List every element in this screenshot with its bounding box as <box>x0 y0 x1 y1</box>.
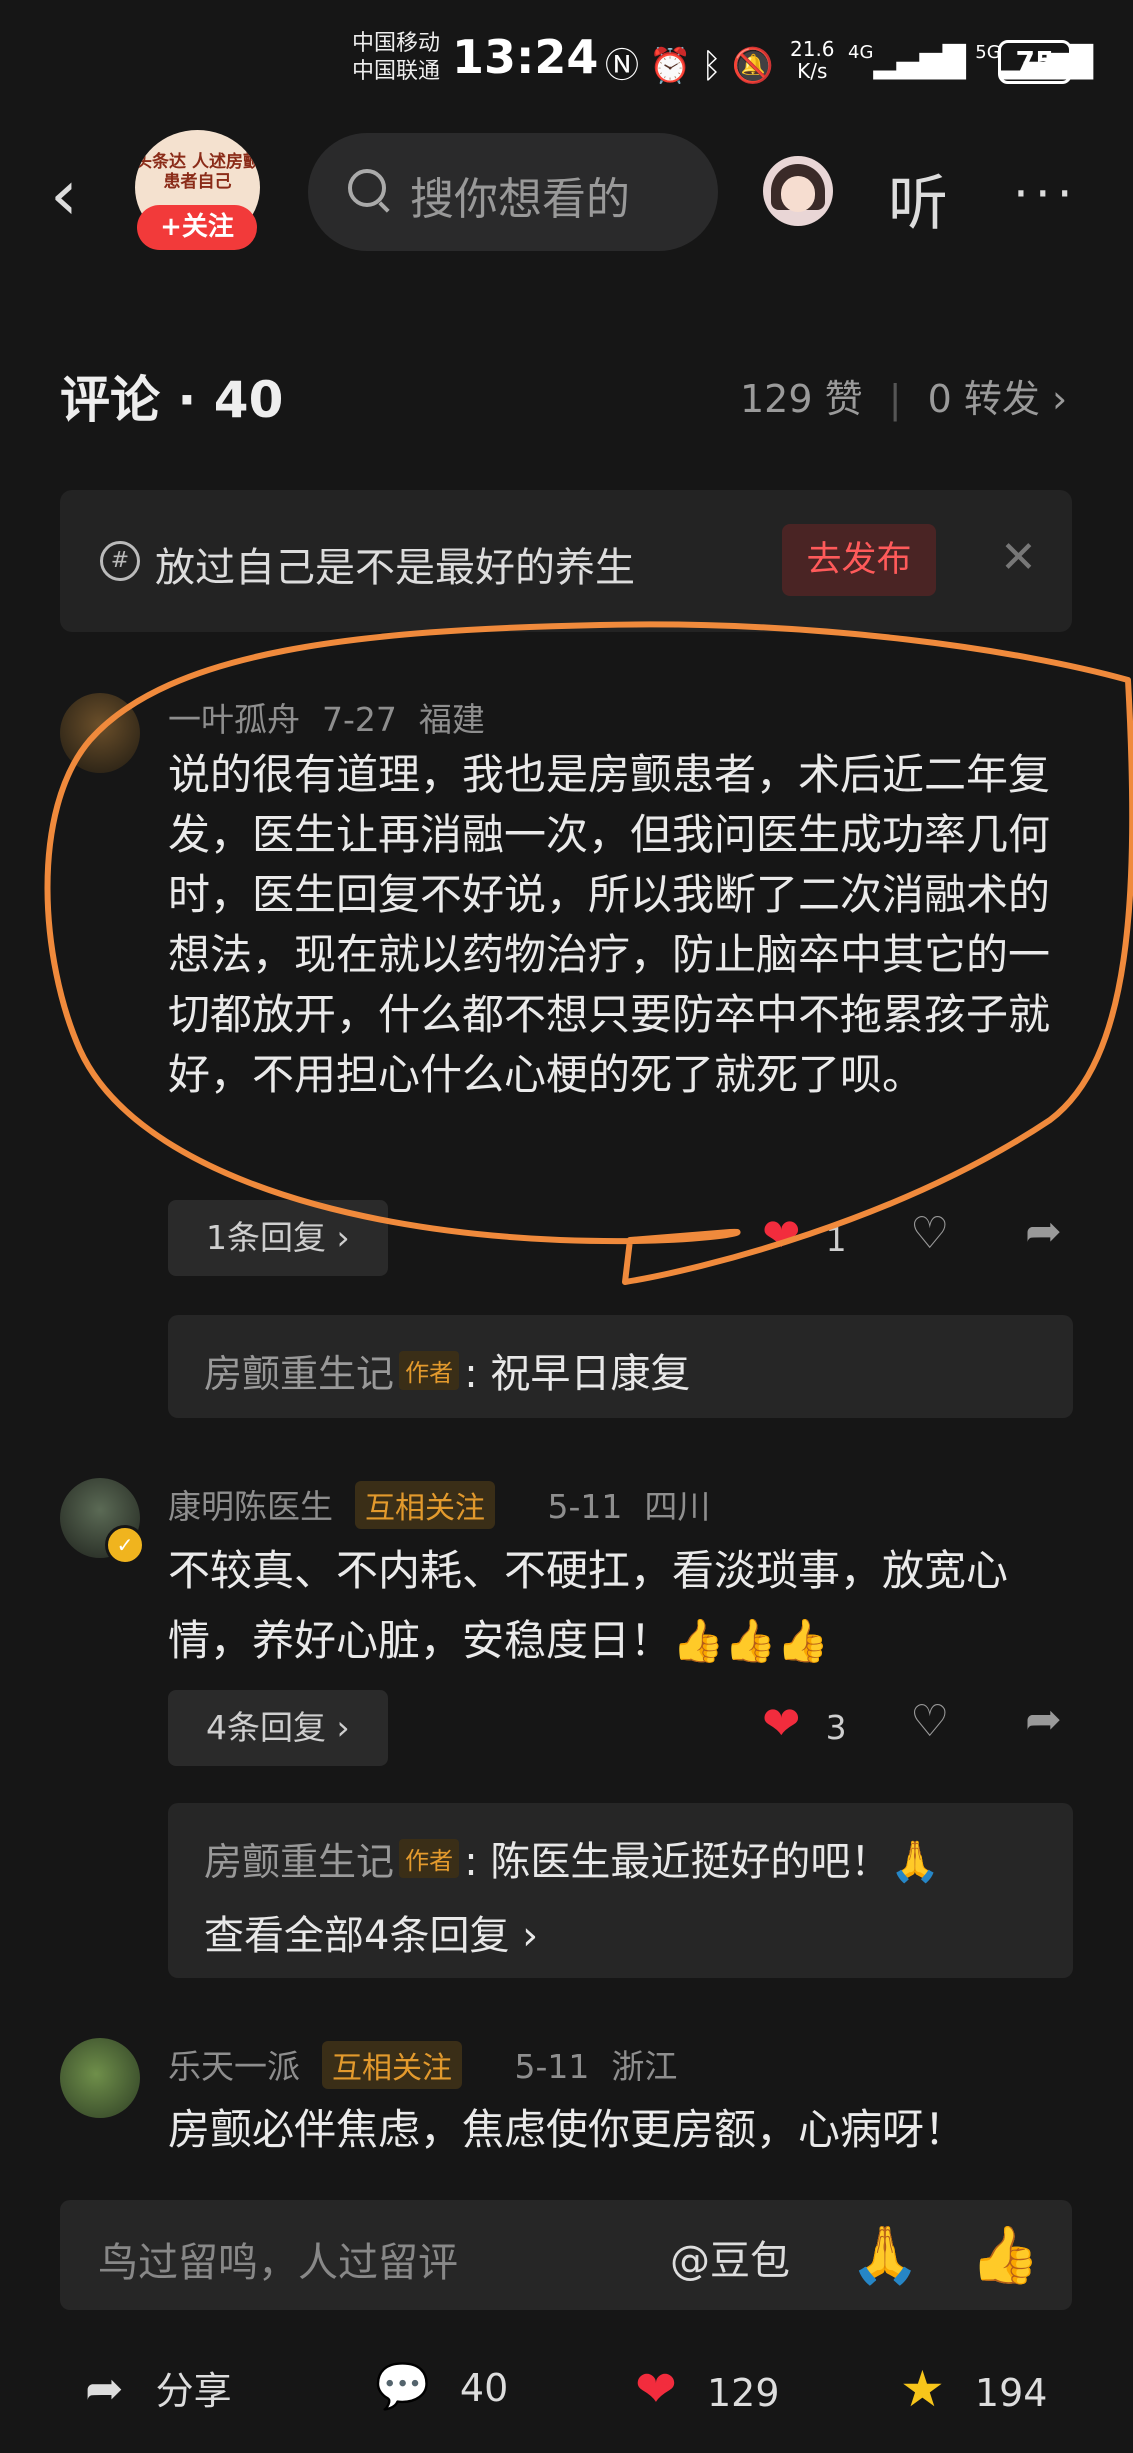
comment-text: 说的很有道理，我也是房颤患者，术后近二年复发，医生让再消融一次，但我问医生成功率… <box>168 750 1051 1099</box>
like-button[interactable]: ❤ 3 <box>762 1696 847 1750</box>
net-speed-value: 21.6 <box>790 37 835 61</box>
like-button[interactable]: ❤ 129 <box>635 2360 780 2418</box>
user-avatar[interactable] <box>763 156 833 226</box>
bottom-action-bar: ➦ 分享 💬 40 ❤ 129 ★ 194 <box>0 2330 1133 2453</box>
net-speed: 21.6 K/s <box>790 38 835 82</box>
share-arrow-icon: ➦ <box>85 2361 124 2415</box>
dislike-icon[interactable]: ♡ <box>910 1696 949 1747</box>
star-icon: ★ <box>900 2360 945 2418</box>
carrier-labels: 中国移动 中国联通 <box>352 30 440 86</box>
alarm-icon: ⏰ <box>649 46 702 86</box>
comment-region: 四川 <box>644 1487 711 1526</box>
author-tag: 作者 <box>399 1351 460 1390</box>
verified-badge-icon: ✓ <box>105 1525 145 1565</box>
listen-button[interactable]: 听 <box>888 155 948 242</box>
nfc-icon: Ⓝ <box>605 46 649 86</box>
author-tag: 作者 <box>399 1839 460 1878</box>
share-arrow-icon[interactable]: ➦ <box>1025 1694 1062 1745</box>
like-count: 3 <box>825 1708 847 1747</box>
dislike-icon[interactable]: ♡ <box>910 1208 949 1259</box>
comment-region: 浙江 <box>611 2047 678 2086</box>
comment-text: 房颤必伴焦虑，焦虑使你更房额，心病呀！ <box>168 2105 967 2154</box>
like-count: 1 <box>825 1220 847 1259</box>
pray-emoji-button[interactable]: 🙏 <box>850 2222 920 2288</box>
view-all-replies-link[interactable]: 查看全部4条回复 › <box>204 1903 538 1961</box>
mention-button[interactable]: @豆包 <box>670 2228 790 2286</box>
likes-total: 129 <box>707 2371 780 2415</box>
reply-text: : 祝早日康复 <box>464 1351 691 1397</box>
comment-date: 5-11 <box>514 2047 590 2086</box>
comment-text: 不较真、不内耗、不硬扛，看淡琐事，放宽心情，养好心脏，安稳度日！👍👍👍 <box>168 1546 1009 1665</box>
input-placeholder: 鸟过留鸣，人过留评 <box>98 2240 458 2286</box>
battery-indicator: 75 <box>998 40 1072 84</box>
follow-button[interactable]: +关注 <box>137 205 257 250</box>
comment-date: 5-11 <box>547 1487 623 1526</box>
thumbs-up-emoji-button[interactable]: 👍 <box>970 2222 1040 2288</box>
clock: 13:24 <box>452 30 599 84</box>
comment-date: 7-27 <box>322 700 397 739</box>
comment-user[interactable]: 康明陈医生 <box>168 1487 333 1526</box>
status-bar: 中国移动 中国联通 13:24 Ⓝ⏰ᛒ🔕 21.6 K/s 4G▂▄▆█ 5G▂… <box>0 0 1133 125</box>
comment-user[interactable]: 一叶孤舟 <box>168 700 300 739</box>
comment-meta: 康明陈医生 互相关注 5-11 四川 <box>168 1480 732 1529</box>
author-reply[interactable]: 房颤重生记 作者 : 祝早日康复 <box>168 1315 1073 1418</box>
bluetooth-icon: ᛒ <box>701 46 732 86</box>
comments-button[interactable]: 💬 40 <box>375 2360 508 2412</box>
more-menu-icon[interactable]: ··· <box>1013 165 1079 223</box>
comments-count: 40 <box>459 2366 509 2410</box>
author-reply[interactable]: 房颤重生记 作者 : 陈医生最近挺好的吧！🙏 查看全部4条回复 › <box>168 1803 1073 1978</box>
mute-icon: 🔕 <box>731 46 785 86</box>
publish-button[interactable]: 去发布 <box>782 524 936 596</box>
heart-icon: ❤ <box>762 1696 801 1750</box>
status-icons: Ⓝ⏰ᛒ🔕 <box>605 38 784 87</box>
comment-meta: 一叶孤舟 7-27 福建 <box>168 693 507 741</box>
share-arrow-icon[interactable]: ➦ <box>1025 1206 1062 1257</box>
likes-count: 129 赞 <box>740 377 863 421</box>
replies-button[interactable]: 1条回复 › <box>168 1200 388 1276</box>
carrier-2: 中国联通 <box>352 59 441 84</box>
comment-meta: 乐天一派 互相关注 5-11 浙江 <box>168 2040 699 2089</box>
signal-bars-icon: ▂▄▆█ <box>873 45 966 80</box>
avatar[interactable] <box>60 2038 140 2118</box>
carrier-1: 中国移动 <box>352 31 441 56</box>
back-chevron-icon[interactable]: ‹ <box>50 155 78 235</box>
search-icon <box>348 169 386 207</box>
like-button[interactable]: ❤ 1 <box>762 1208 847 1262</box>
prompt-text: 放过自己是不是最好的养生 <box>155 545 635 591</box>
reply-user[interactable]: 房颤重生记 <box>204 1352 394 1396</box>
search-placeholder: 搜你想看的 <box>410 174 630 225</box>
avatar-face <box>781 176 815 212</box>
comment-bubble-icon: 💬 <box>375 2361 430 2412</box>
chevron-right-icon: › <box>1051 377 1068 421</box>
favorite-button[interactable]: ★ 194 <box>900 2360 1047 2418</box>
avatar[interactable] <box>60 693 140 773</box>
net-speed-unit: K/s <box>797 59 828 83</box>
reply-user[interactable]: 房颤重生记 <box>204 1840 394 1884</box>
replies-button[interactable]: 4条回复 › <box>168 1690 388 1766</box>
search-bar[interactable]: 搜你想看的 <box>308 133 718 251</box>
close-icon[interactable]: ✕ <box>1000 532 1037 583</box>
stats-separator: | <box>888 377 902 421</box>
signal-5g: 5G <box>975 42 1001 63</box>
heart-icon: ❤ <box>762 1208 801 1262</box>
comment-region: 福建 <box>418 700 485 739</box>
share-label: 分享 <box>155 2369 232 2413</box>
hashtag-icon: # <box>100 541 140 581</box>
comments-title: 评论 · 40 <box>60 371 284 429</box>
mutual-follow-tag: 互相关注 <box>322 2041 462 2089</box>
author-avatar-text: 头条达 人述房颤 患者自己 <box>135 152 260 192</box>
mutual-follow-tag: 互相关注 <box>355 1481 495 1529</box>
favorites-count: 194 <box>974 2371 1048 2415</box>
comment-user[interactable]: 乐天一派 <box>168 2047 300 2086</box>
topic-prompt-card: # 放过自己是不是最好的养生 去发布 ✕ <box>60 490 1072 632</box>
comment-input[interactable]: 鸟过留鸣，人过留评 @豆包 🙏 👍 <box>60 2200 1072 2310</box>
heart-icon: ❤ <box>635 2360 677 2418</box>
shares-count: 0 转发 <box>927 377 1040 421</box>
signal-4g: 4G <box>848 42 874 63</box>
share-button[interactable]: ➦ 分享 <box>85 2360 232 2415</box>
comments-stats[interactable]: 129 赞 | 0 转发 › <box>740 368 1067 423</box>
reply-text: : 陈医生最近挺好的吧！🙏 <box>464 1839 941 1885</box>
